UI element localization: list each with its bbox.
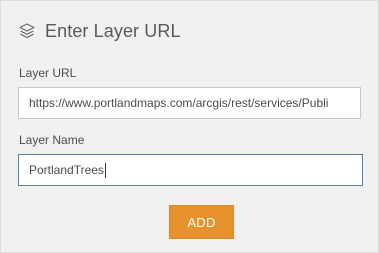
panel-header: Enter Layer URL (18, 19, 181, 43)
layer-name-value: PortlandTrees (29, 163, 104, 177)
add-button[interactable]: ADD (169, 205, 234, 239)
panel-title: Enter Layer URL (45, 20, 181, 41)
layer-url-input[interactable]: https://www.portlandmaps.com/arcgis/rest… (18, 87, 361, 119)
layers-icon (18, 22, 36, 40)
text-cursor (104, 162, 106, 178)
layer-name-label: Layer Name (19, 133, 85, 147)
layer-url-value: https://www.portlandmaps.com/arcgis/rest… (29, 96, 329, 110)
enter-layer-url-panel: Enter Layer URL Layer URL https://www.po… (0, 0, 379, 253)
layer-name-input[interactable]: PortlandTrees (18, 154, 363, 186)
layer-url-label: Layer URL (19, 66, 77, 80)
